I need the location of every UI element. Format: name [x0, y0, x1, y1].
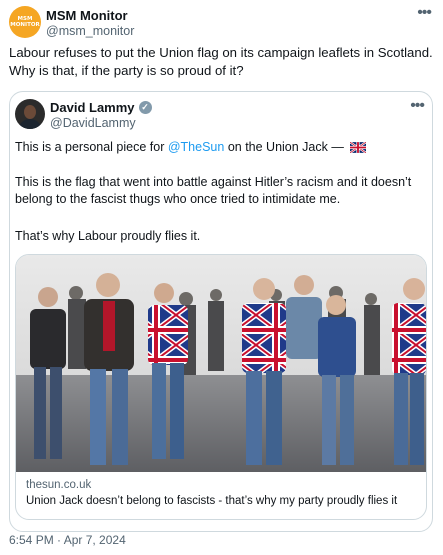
tweet: MSM MONITOR MSM Monitor @msm_monitor •••… [0, 0, 443, 555]
quoted-line-1-prefix: This is a personal piece for [15, 140, 168, 154]
avatar[interactable]: MSM MONITOR [9, 6, 41, 38]
quoted-name-label: David Lammy [50, 100, 135, 115]
quoted-line-2: This is the flag that went into battle a… [15, 175, 412, 206]
display-name[interactable]: MSM Monitor [46, 8, 128, 23]
quoted-tweet[interactable]: David Lammy ✓ @DavidLammy ••• This is a … [9, 91, 433, 532]
quoted-line-1: This is a personal piece for @TheSun on … [15, 139, 429, 158]
card-photo [16, 255, 426, 472]
mention-link[interactable]: @TheSun [168, 140, 224, 154]
timestamp[interactable]: 6:54 PM · Apr 7, 2024 [9, 533, 126, 547]
quoted-more-icon[interactable]: ••• [410, 97, 425, 115]
card-domain: thesun.co.uk [26, 479, 92, 491]
quoted-line-3: That’s why Labour proudly flies it. [15, 229, 201, 243]
link-card[interactable]: thesun.co.uk Union Jack doesn’t belong t… [15, 254, 427, 520]
uk-flag-icon [349, 141, 367, 158]
avatar-text-2: MONITOR [10, 22, 40, 28]
quoted-display-name[interactable]: David Lammy ✓ [50, 100, 152, 115]
verified-badge-icon: ✓ [138, 101, 152, 114]
quoted-handle[interactable]: @DavidLammy [50, 116, 136, 130]
quoted-avatar[interactable] [15, 99, 45, 129]
quoted-line-1-suffix: on the Union Jack — [224, 140, 344, 154]
card-title: Union Jack doesn’t belong to fascists - … [26, 495, 398, 507]
tweet-text: Labour refuses to put the Union flag on … [9, 45, 433, 78]
handle[interactable]: @msm_monitor [46, 24, 134, 38]
more-icon[interactable]: ••• [417, 4, 432, 22]
